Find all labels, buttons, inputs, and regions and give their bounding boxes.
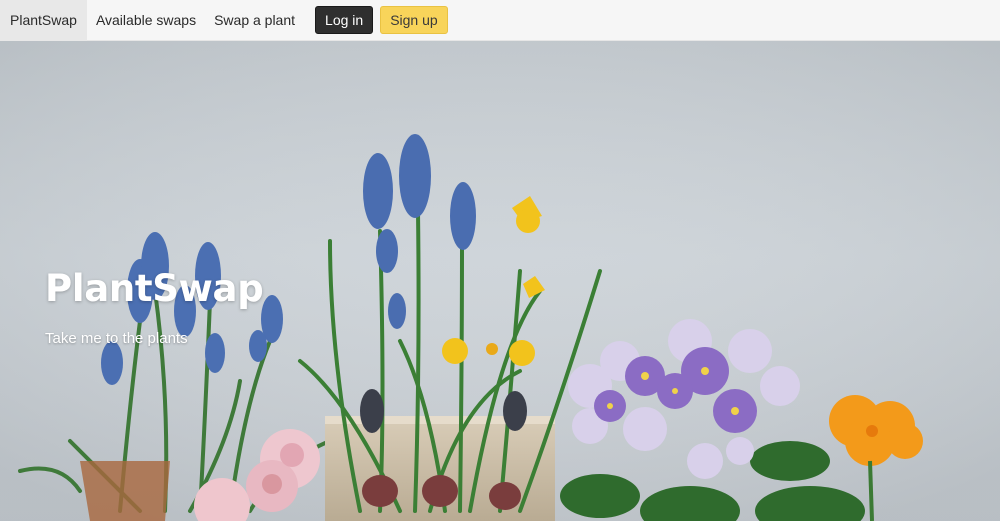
nav-link-available-swaps[interactable]: Available swaps xyxy=(87,0,205,41)
login-button[interactable]: Log in xyxy=(315,6,374,34)
brand-link[interactable]: PlantSwap xyxy=(0,0,87,41)
navbar: PlantSwap Available swaps Swap a plant L… xyxy=(0,0,1000,41)
nav-link-swap-a-plant[interactable]: Swap a plant xyxy=(205,0,304,41)
hero-section: PlantSwap Take me to the plants xyxy=(0,41,1000,521)
signup-button[interactable]: Sign up xyxy=(380,6,448,34)
hero-title: PlantSwap xyxy=(45,267,264,310)
hero-subtitle[interactable]: Take me to the plants xyxy=(45,330,263,347)
hero-text: PlantSwap Take me to the plants xyxy=(45,267,264,347)
